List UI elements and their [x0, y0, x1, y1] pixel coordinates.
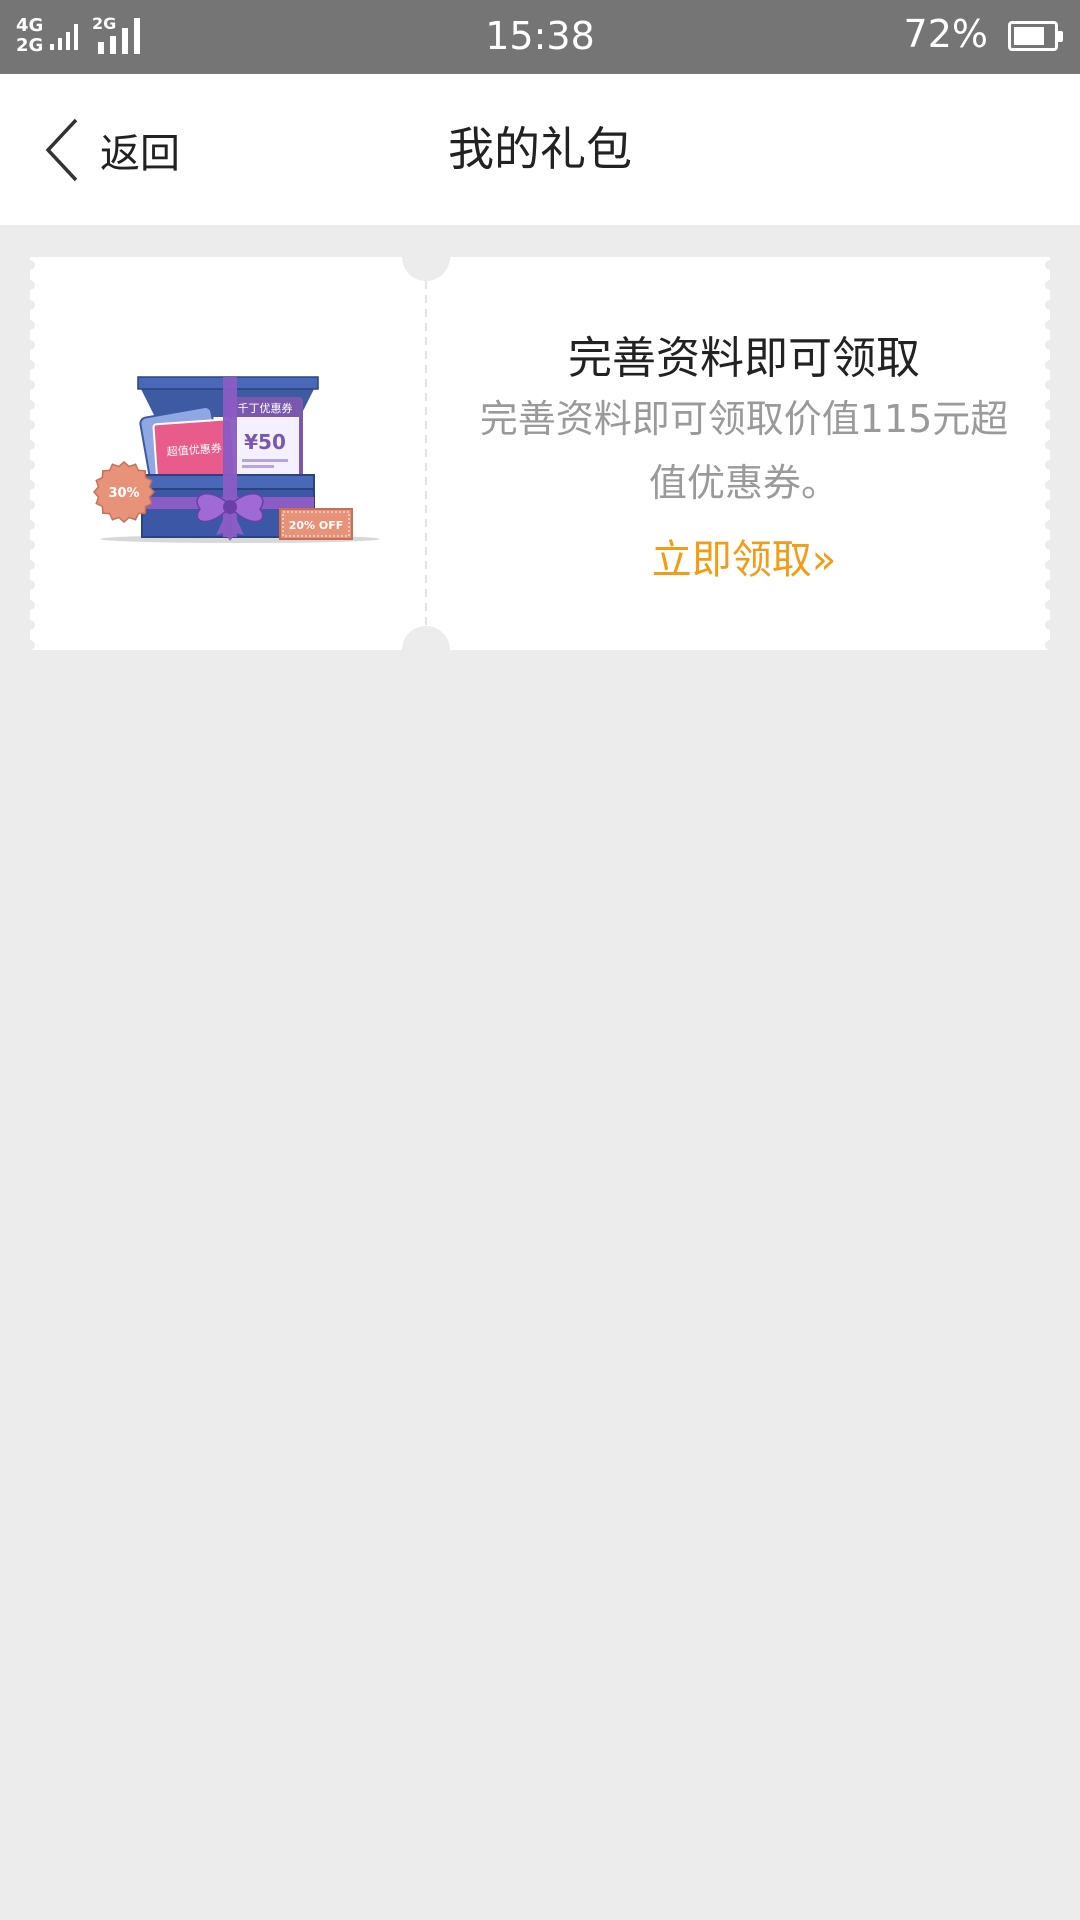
coupon-purple-label: 千丁优惠券 [238, 401, 293, 415]
gift-package-card[interactable]: 千丁优惠券 ¥50 超值优惠券 30% 20% OFF 完善资料即可领取 完善资… [30, 257, 1050, 650]
gift-card-content: 完善资料即可领取 完善资料即可领取价值115元超值优惠券。 立即领取» [438, 257, 1050, 650]
gift-card-title: 完善资料即可领取 [568, 333, 920, 384]
battery-icon [1008, 21, 1063, 51]
back-label: 返回 [100, 130, 180, 177]
claim-now-button[interactable]: 立即领取» [438, 527, 1050, 585]
gift-box-illustration: 千丁优惠券 ¥50 超值优惠券 30% 20% OFF [92, 376, 380, 543]
nav-bar: 返回 我的礼包 [0, 74, 1080, 225]
discount-badge-30: 30% [108, 486, 139, 501]
status-bar: 4G 2G 2G 15:38 72% [0, 0, 1080, 74]
gift-card-description: 完善资料即可领取价值115元超值优惠券。 [479, 397, 1009, 505]
battery-percent: 72% [903, 12, 988, 56]
battery-level-fill [1014, 27, 1045, 45]
back-button[interactable]: 返回 [44, 74, 180, 225]
chevron-left-icon [45, 118, 78, 181]
coupon-amount: ¥50 [244, 430, 286, 454]
discount-tag-20-off: 20% OFF [289, 519, 344, 532]
